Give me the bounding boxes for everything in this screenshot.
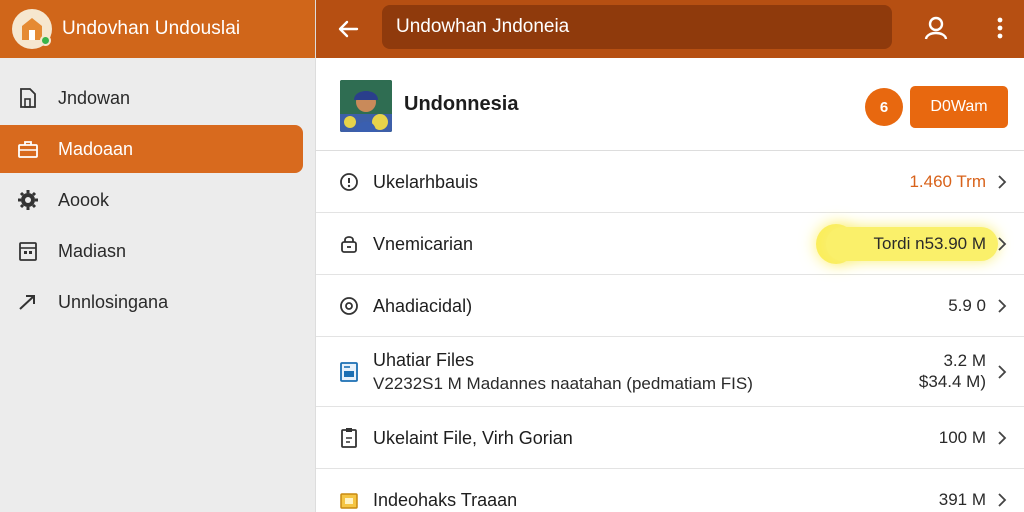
sidebar-item-madoaan[interactable]: Madoaan (0, 125, 303, 173)
list-item[interactable]: Ukelarhbauis 1.460 Trm (316, 151, 1024, 213)
more-vertical-icon (997, 17, 1003, 39)
top-bar: Undowhan Jndoneia (316, 0, 1024, 58)
row-value: 3.2 M (943, 350, 986, 370)
row-label: Vnemicarian (373, 233, 474, 254)
arrow-left-icon (338, 20, 359, 38)
sidebar-item-unnlosingana[interactable]: Unnlosingana (0, 278, 303, 326)
app-logo-icon[interactable] (12, 9, 52, 49)
row-label: Ukelaint File, Virh Gorian (373, 427, 573, 448)
chevron-right-icon (998, 298, 1007, 313)
back-button[interactable] (322, 0, 374, 58)
info-circle-icon (338, 171, 360, 193)
row-value-secondary: $34.4 M) (918, 371, 986, 391)
sidebar-item-label: Madoaan (58, 138, 134, 159)
list-item[interactable]: Vnemicarian Tordi n53.90 M (316, 213, 1024, 275)
folder-icon (338, 489, 360, 511)
row-value: 5.9 0 (948, 295, 986, 315)
at-circle-icon (338, 295, 360, 317)
sidebar-item-jndowan[interactable]: Jndowan (0, 74, 303, 122)
sidebar: Undovhan Undouslai Jndowan Madoaan Aoook (0, 0, 316, 512)
row-label: Ahadiacidal) (373, 295, 473, 316)
more-menu-button[interactable] (980, 8, 1020, 48)
chevron-right-icon (998, 174, 1007, 189)
row-label: Uhatiar Files (373, 349, 475, 370)
sidebar-item-label: Madiasn (58, 240, 127, 261)
sidebar-item-label: Jndowan (58, 87, 131, 108)
send-icon (16, 290, 40, 314)
row-subtitle: V2232S1 M Madannes naatahan (pedmatiam F… (373, 373, 753, 393)
search-field[interactable]: Undowhan Jndoneia (382, 5, 892, 49)
list-item[interactable]: Ukelaint File, Virh Gorian 100 M (316, 407, 1024, 469)
row-value-stack: 3.2 M $34.4 M) (919, 350, 986, 392)
chevron-right-icon (998, 492, 1007, 507)
chevron-right-icon (998, 430, 1007, 445)
list-item[interactable]: Uhatiar Files V2232S1 M Madannes naataha… (316, 337, 1024, 407)
row-value: 391 M (938, 489, 986, 509)
account-button[interactable] (916, 8, 956, 48)
clipboard-icon (338, 427, 360, 449)
row-value: 100 M (938, 427, 986, 447)
search-text: Undowhan Jndoneia (396, 16, 570, 37)
app-window: Undovhan Undouslai Jndowan Madoaan Aoook (0, 0, 1024, 512)
row-label: Ukelarhbauis (373, 171, 479, 192)
lock-icon (338, 233, 360, 255)
primary-action-label: D0Wam (930, 98, 988, 115)
page-header: Undonnesia 6 D0Wam (316, 58, 1024, 151)
item-thumbnail (340, 80, 392, 132)
sidebar-item-label: Unnlosingana (58, 291, 169, 312)
calendar-icon (16, 239, 40, 263)
gear-icon (16, 188, 40, 212)
circle-action-button[interactable]: 6 (865, 88, 903, 126)
main-content: Undonnesia 6 D0Wam Ukelarhbauis 1.460 Tr… (316, 58, 1024, 512)
file-chart-icon (338, 361, 360, 383)
primary-action-button[interactable]: D0Wam (910, 86, 1008, 128)
sidebar-item-aoook[interactable]: Aoook (0, 176, 303, 224)
row-value: Tordi n53.90 M (873, 233, 986, 253)
row-value: 1.460 Trm (909, 171, 986, 191)
person-icon (924, 16, 948, 40)
document-icon (16, 86, 40, 110)
briefcase-icon (16, 137, 40, 161)
chevron-right-icon (998, 364, 1007, 379)
app-title: Undovhan Undouslai (62, 18, 241, 39)
chevron-right-icon (998, 236, 1007, 251)
sidebar-header: Undovhan Undouslai (0, 0, 315, 58)
list-item[interactable]: Indeohaks Traaan 391 M (316, 469, 1024, 512)
sidebar-nav: Jndowan Madoaan Aoook Madiasn Unnlosinga… (0, 58, 315, 326)
list-item[interactable]: Ahadiacidal) 5.9 0 (316, 275, 1024, 337)
row-label: Indeohaks Traaan (373, 489, 518, 510)
circle-action-label: 6 (879, 98, 889, 116)
page-title: Undonnesia (404, 93, 519, 115)
sidebar-item-madiasn[interactable]: Madiasn (0, 227, 303, 275)
sidebar-item-label: Aoook (58, 189, 110, 210)
